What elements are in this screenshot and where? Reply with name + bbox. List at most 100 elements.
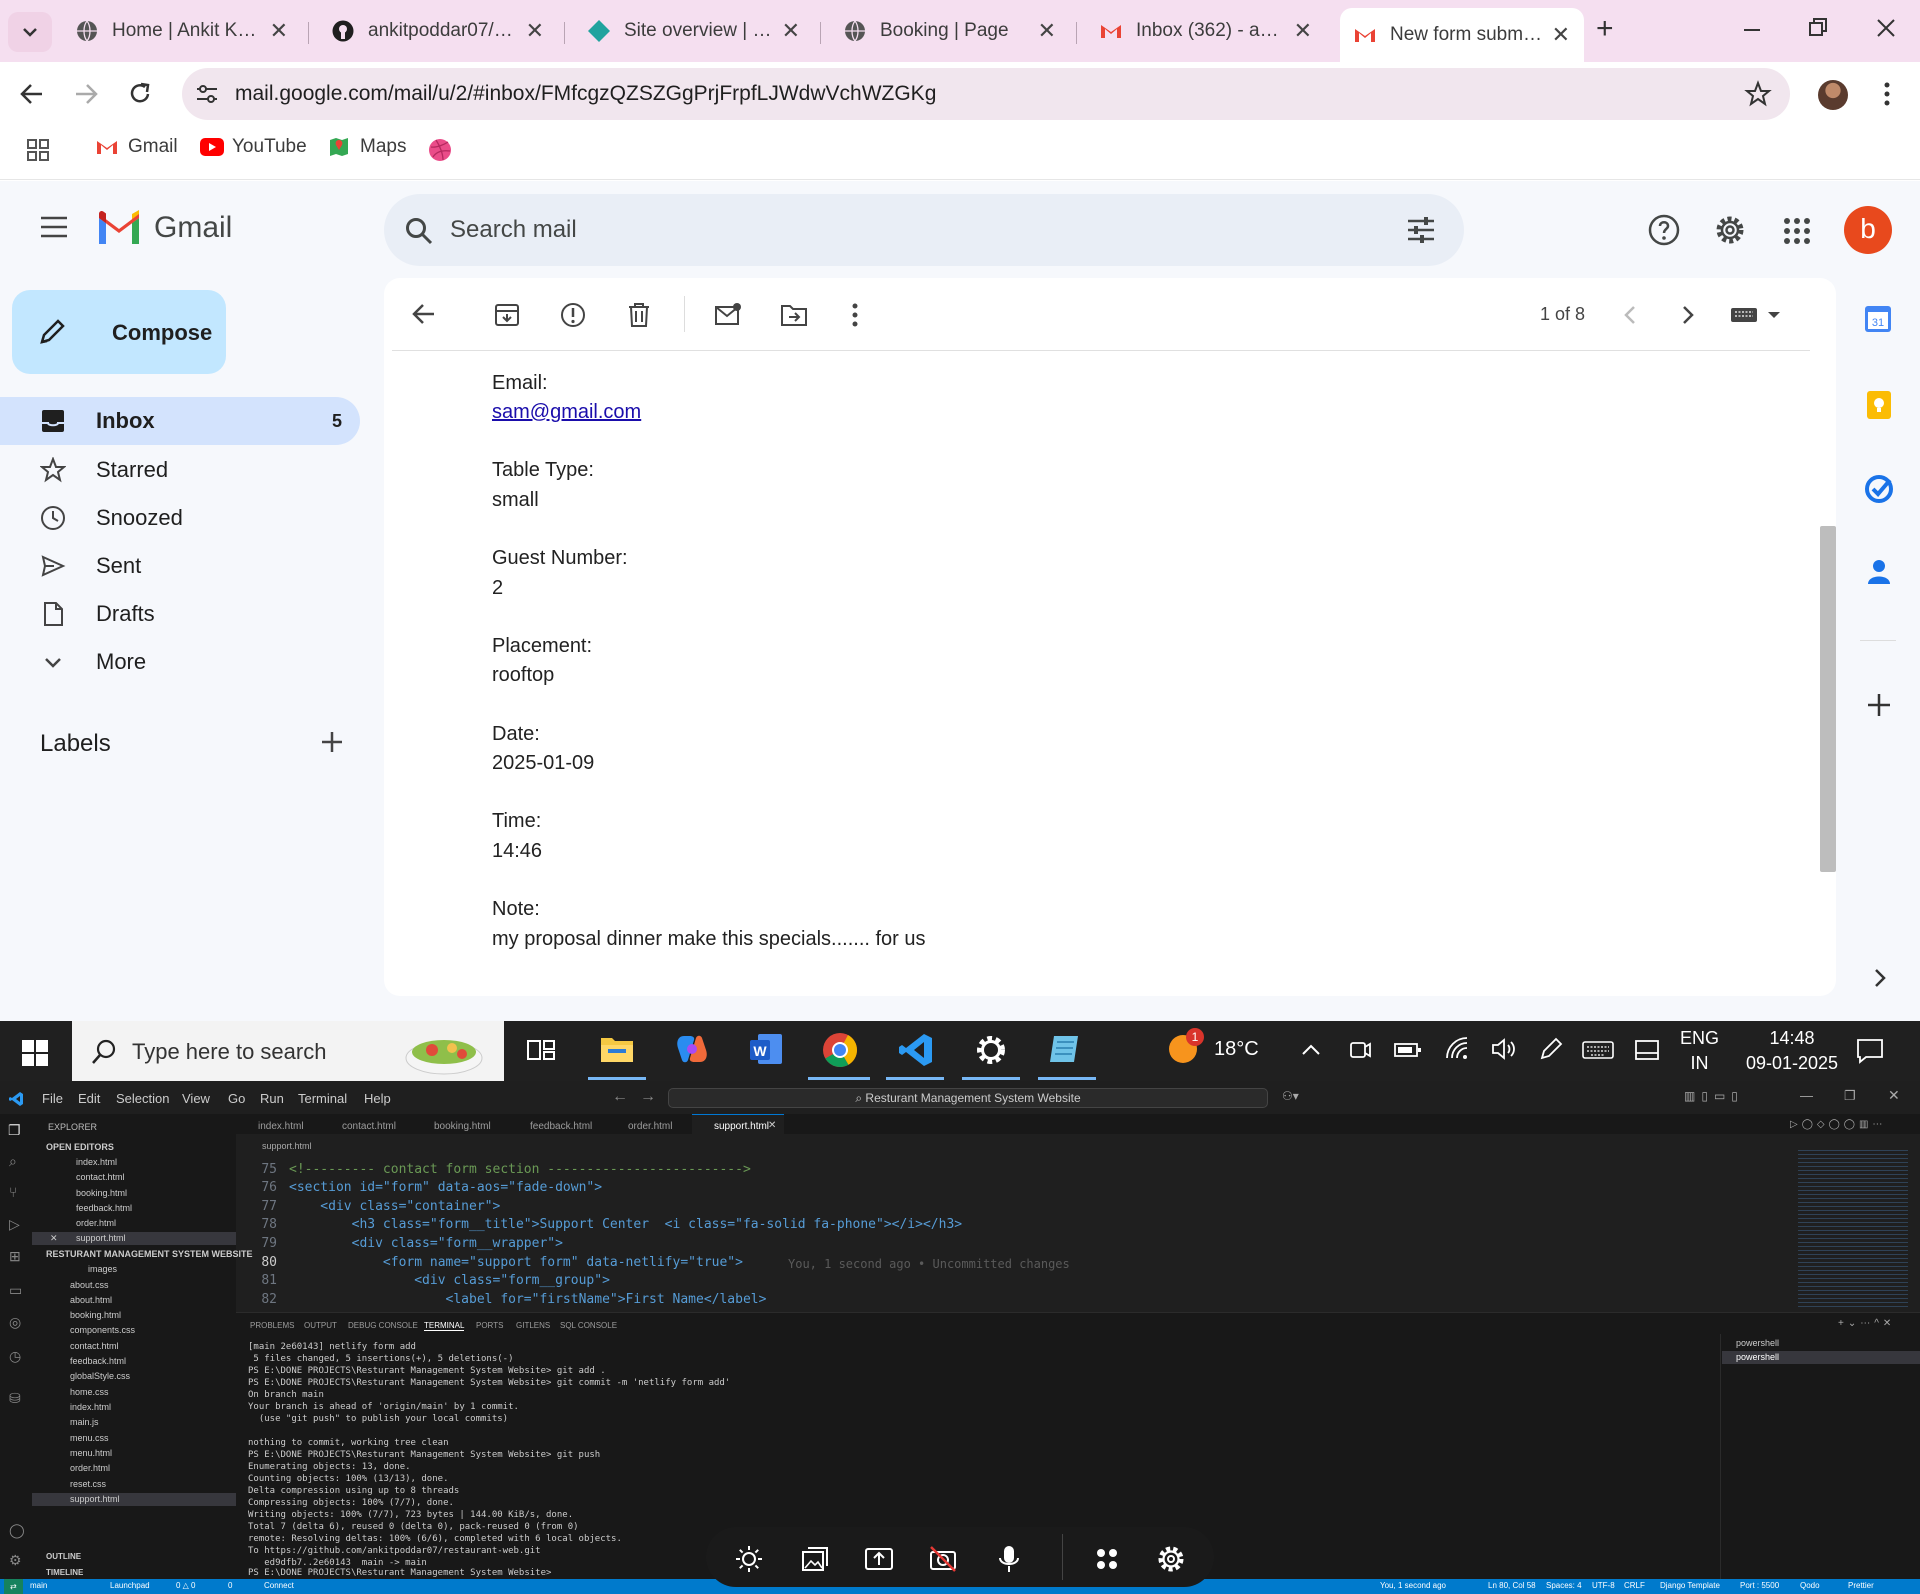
remote-activity-icon[interactable]: ▭ (9, 1282, 22, 1299)
word-taskbar-icon[interactable]: W (748, 1032, 784, 1066)
tray-volume-icon[interactable] (1490, 1036, 1516, 1062)
live-server-port[interactable]: Port : 5500 (1740, 1581, 1779, 1590)
indentation[interactable]: Spaces: 4 (1546, 1581, 1582, 1590)
extensions-activity-icon[interactable]: ⊞ (9, 1248, 21, 1265)
editor-tab[interactable]: contact.html (342, 1121, 396, 1132)
code-line-current[interactable]: 80 <form name="support form" data-netlif… (235, 1255, 743, 1270)
database-activity-icon[interactable]: ⛁ (9, 1390, 21, 1407)
run-debug-activity-icon[interactable]: ▷ (9, 1216, 20, 1233)
file-item[interactable]: contact.html (70, 1341, 119, 1351)
explorer-activity-icon[interactable]: ❐ (8, 1122, 21, 1139)
file-item[interactable]: order.html (70, 1463, 110, 1473)
panel-tab-terminal[interactable]: TERMINAL (424, 1321, 465, 1331)
profile-avatar[interactable] (1818, 80, 1848, 110)
close-icon[interactable]: ✕ (50, 1233, 58, 1244)
minimize-button[interactable] (1740, 14, 1764, 42)
open-editor-item[interactable]: booking.html (76, 1188, 127, 1198)
editor-actions[interactable]: ▷◯◇◯◯▥⋯ (1790, 1119, 1886, 1130)
google-apps-button[interactable] (1784, 218, 1810, 244)
code-line[interactable]: 78 <h3 class="form__title">Support Cente… (235, 1217, 962, 1232)
open-editor-item[interactable]: contact.html (76, 1172, 125, 1182)
outline-section[interactable]: OUTLINE (46, 1552, 81, 1561)
panel-tab-problems[interactable]: PROBLEMS (250, 1321, 294, 1330)
project-folder-section[interactable]: RESTURANT MANAGEMENT SYSTEM WEBSITE (46, 1249, 253, 1259)
open-editor-item-active[interactable]: support.html (76, 1233, 126, 1243)
menu-go[interactable]: Go (228, 1091, 245, 1106)
notepad-taskbar-icon[interactable] (1048, 1032, 1084, 1066)
copilot-taskbar-icon[interactable] (674, 1032, 710, 1066)
nav-back-button[interactable]: ← (612, 1088, 628, 1106)
tray-keyboard-icon[interactable] (1582, 1040, 1614, 1060)
older-button[interactable] (1678, 302, 1698, 328)
terminal-instance-active[interactable]: powershell (1736, 1352, 1779, 1362)
file-item[interactable]: index.html (70, 1402, 111, 1412)
file-item[interactable]: booking.html (70, 1310, 121, 1320)
account-avatar[interactable]: b (1844, 206, 1892, 254)
vscode-taskbar-icon[interactable] (898, 1032, 934, 1068)
nav-item-more[interactable]: More (0, 638, 360, 686)
back-to-inbox-button[interactable] (410, 300, 438, 328)
cursor-position[interactable]: Ln 80, Col 58 (1488, 1581, 1536, 1590)
create-label-button[interactable] (320, 730, 344, 754)
close-icon[interactable]: ✕ (1552, 22, 1570, 48)
code-line[interactable]: 79 <div class="form__wrapper"> (235, 1236, 563, 1251)
panel-tab-output[interactable]: OUTPUT (304, 1321, 337, 1330)
code-line[interactable]: 76 <section id="form" data-aos="fade-down… (235, 1180, 602, 1195)
file-item[interactable]: globalStyle.css (70, 1371, 130, 1381)
minimap[interactable] (1798, 1150, 1908, 1310)
ports-indicator[interactable]: 0 (228, 1581, 232, 1590)
vscode-minimize-button[interactable]: — (1800, 1088, 1813, 1103)
browser-tab[interactable]: ankitpoddar07/restaurant-web ✕ (318, 8, 558, 54)
file-item[interactable]: about.css (70, 1280, 109, 1290)
open-editor-item[interactable]: order.html (76, 1218, 116, 1228)
panel-tab-sql-console[interactable]: SQL CONSOLE (560, 1321, 617, 1330)
menu-selection[interactable]: Selection (116, 1091, 169, 1106)
nav-item-inbox[interactable]: Inbox 5 (0, 397, 360, 445)
menu-run[interactable]: Run (260, 1091, 284, 1106)
reload-button[interactable] (126, 80, 154, 108)
more-actions-button[interactable] (850, 302, 860, 328)
restore-button[interactable] (1806, 14, 1830, 42)
file-item[interactable]: home.css (70, 1387, 109, 1397)
keep-app-button[interactable] (1866, 390, 1892, 420)
message-scrollbar[interactable] (1820, 526, 1836, 872)
file-item-selected[interactable]: support.html (70, 1494, 120, 1504)
open-editor-item[interactable]: feedback.html (76, 1203, 132, 1213)
close-icon[interactable]: ✕ (1038, 18, 1056, 44)
folder-item[interactable]: images (88, 1264, 117, 1274)
task-view-button[interactable] (526, 1036, 556, 1064)
file-explorer-taskbar-icon[interactable] (600, 1034, 634, 1064)
main-menu-button[interactable] (40, 216, 68, 238)
email-link[interactable]: sam@gmail.com (492, 401, 641, 424)
code-line[interactable]: 82 <label for="firstName">First Name</la… (235, 1292, 766, 1307)
file-item[interactable]: feedback.html (70, 1356, 126, 1366)
browser-tab[interactable]: Booking | Page ✕ (830, 8, 1070, 54)
action-center-button[interactable] (1856, 1038, 1884, 1064)
layout-controls[interactable]: ▥▯▭▯ (1684, 1089, 1744, 1103)
report-spam-button[interactable] (560, 302, 586, 328)
forward-button[interactable] (72, 80, 100, 108)
terminal-instance[interactable]: powershell (1736, 1338, 1779, 1348)
tray-battery-icon[interactable] (1394, 1040, 1422, 1060)
apps-button[interactable] (26, 138, 50, 162)
calendar-app-button[interactable]: 31 (1864, 304, 1892, 334)
branch-indicator[interactable]: main (30, 1581, 47, 1590)
archive-button[interactable] (494, 302, 520, 328)
menu-help[interactable]: Help (364, 1091, 391, 1106)
show-side-panel-button[interactable] (1870, 966, 1890, 990)
encoding[interactable]: UTF-8 (1592, 1581, 1615, 1590)
code-line[interactable]: 77 <div class="container"> (235, 1199, 500, 1214)
vscode-close-button[interactable]: ✕ (1888, 1087, 1900, 1104)
close-icon[interactable]: ✕ (782, 18, 800, 44)
breadcrumb[interactable]: support.html (262, 1141, 312, 1151)
account-activity-icon[interactable]: ◯ (9, 1522, 25, 1539)
gitlens-activity-icon[interactable]: ◎ (9, 1314, 21, 1331)
file-item[interactable]: menu.css (70, 1433, 109, 1443)
open-editor-item[interactable]: index.html (76, 1157, 117, 1167)
menu-terminal[interactable]: Terminal (298, 1091, 347, 1106)
bookmark-gmail[interactable]: Gmail (96, 136, 178, 158)
bookmark-maps[interactable]: Maps (328, 136, 406, 158)
prettier-status[interactable]: Prettier (1848, 1581, 1874, 1590)
apps-button[interactable] (1092, 1544, 1122, 1574)
vscode-restore-button[interactable]: ❐ (1844, 1088, 1856, 1104)
